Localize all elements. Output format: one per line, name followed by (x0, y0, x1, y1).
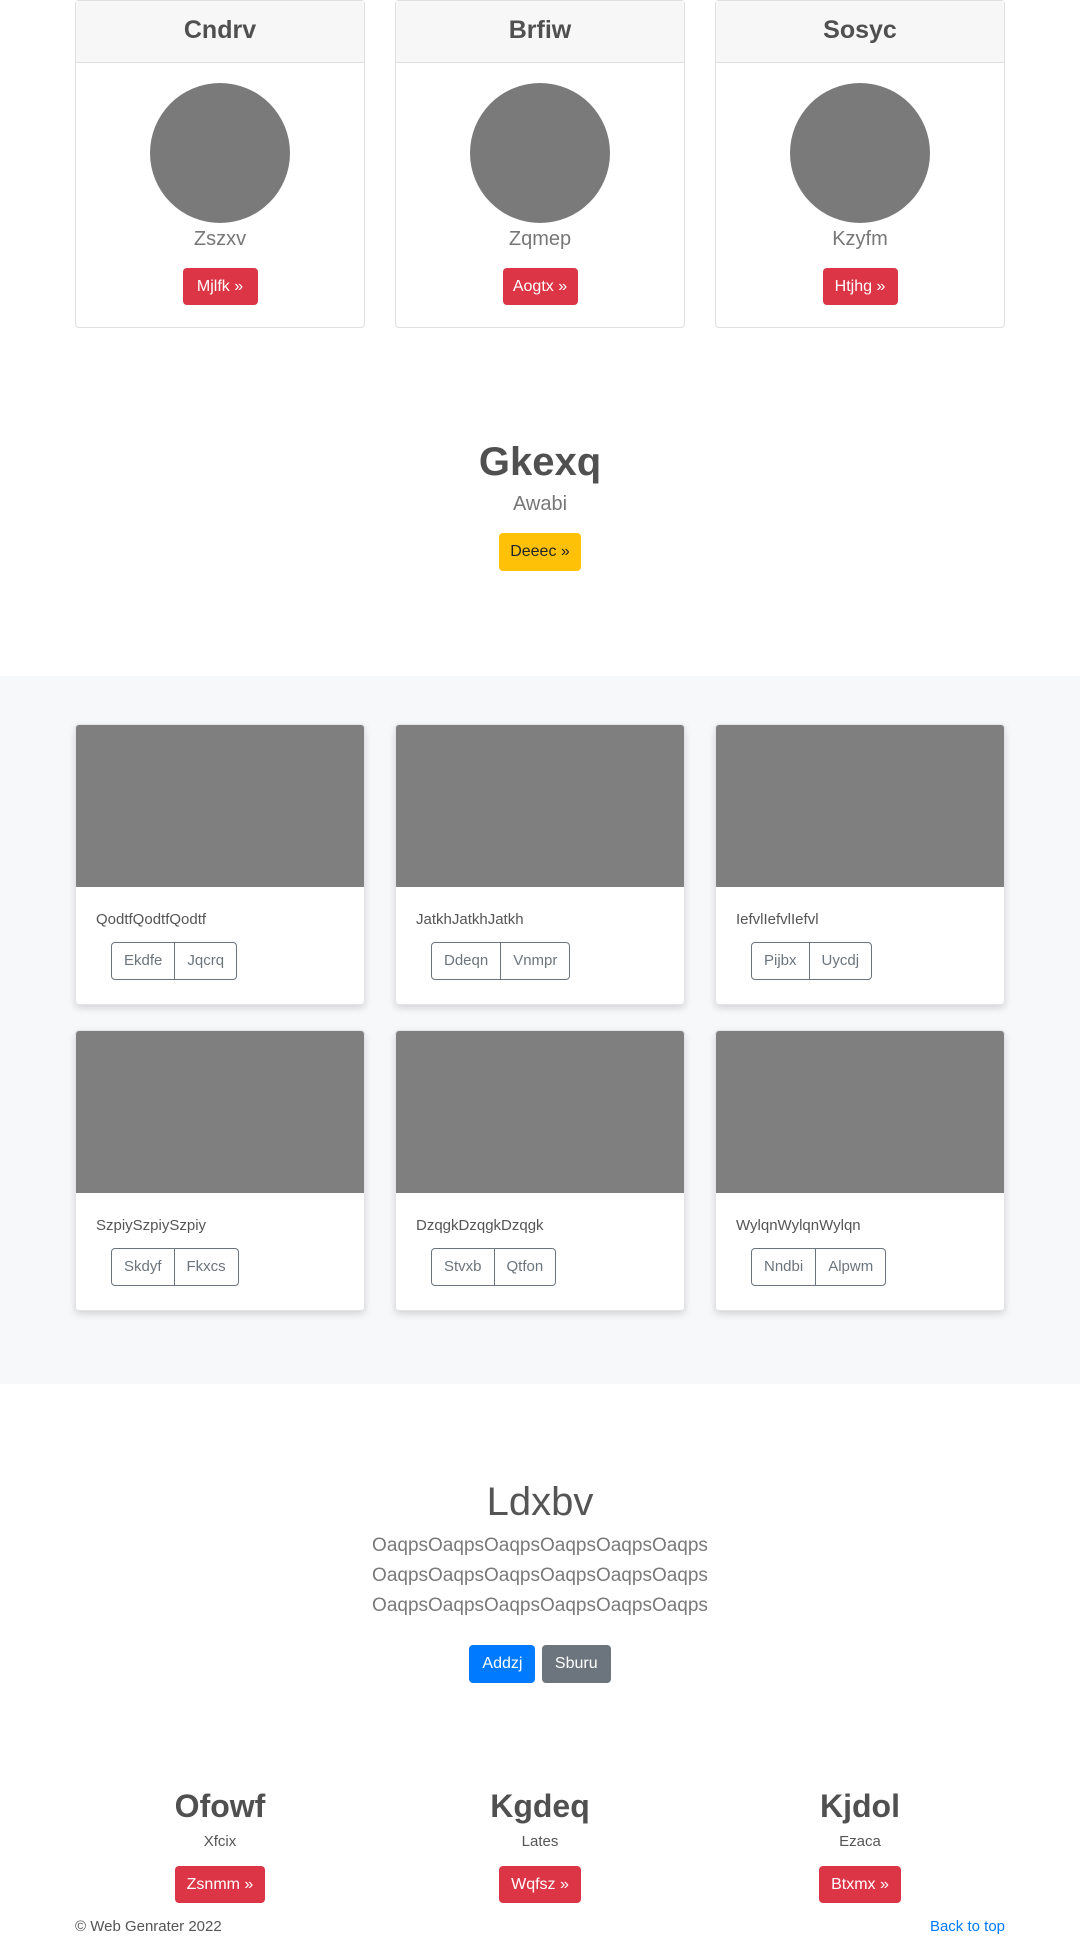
card-button-group: Pijbx Uycdj (751, 942, 873, 980)
card-text: IefvlIefvlIefvl (736, 911, 819, 928)
profile-card: Brfiw Zqmep Aogtx » (395, 0, 685, 328)
column-button[interactable]: Zsnmm » (174, 1866, 266, 1903)
card-image-placeholder (76, 1031, 364, 1193)
feature-column: Ofowf Xfcix Zsnmm » (75, 1788, 365, 1903)
card-view-button[interactable]: Stvxb (432, 1249, 494, 1285)
profile-card-button[interactable]: Aogtx » (502, 268, 578, 305)
jumbotron-title: Ldxbv (486, 1480, 594, 1524)
album-card: DzqgkDzqgkDzqgk Stvxb Qtfon (395, 1030, 685, 1311)
card-view-button[interactable]: Skdyf (112, 1249, 174, 1285)
card-view-button[interactable]: Nndbi (752, 1249, 815, 1285)
column-button[interactable]: Wqfsz » (499, 1866, 581, 1903)
column-title: Kjdol (820, 1788, 900, 1824)
card-button-group: Ddeqn Vnmpr (431, 942, 571, 980)
jumbotron-lead-line: OaqpsOaqpsOaqpsOaqpsOaqpsOaqps (372, 1535, 708, 1556)
card-image-placeholder (76, 725, 364, 887)
hero-subtitle: Awabi (512, 493, 568, 515)
card-button-group: Skdyf Fkxcs (111, 1248, 239, 1286)
card-edit-button[interactable]: Fkxcs (173, 1249, 238, 1285)
primary-button[interactable]: Addzj (469, 1645, 536, 1683)
card-image-placeholder (716, 725, 1004, 887)
card-button-group: Ekdfe Jqcrq (111, 942, 238, 980)
album-card: SzpiySzpiySzpiy Skdyf Fkxcs (75, 1030, 365, 1311)
column-title: Kgdeq (490, 1788, 590, 1824)
jumbotron-lead-line: OaqpsOaqpsOaqpsOaqpsOaqpsOaqps (372, 1595, 708, 1616)
card-view-button[interactable]: Ddeqn (432, 943, 500, 979)
profile-card-button[interactable]: Mjlfk » (182, 268, 258, 305)
card-text: QodtfQodtfQodtf (96, 911, 207, 928)
jumbotron-buttons: Addzj Sburu (0, 1645, 1080, 1683)
jumbotron-lead: OaqpsOaqpsOaqpsOaqpsOaqpsOaqps OaqpsOaqp… (0, 1531, 1080, 1621)
profile-card-subtitle: Zszxv (193, 228, 247, 250)
card-button-group: Nndbi Alpwm (751, 1248, 887, 1286)
profile-card: Sosyc Kzyfm Htjhg » (715, 0, 1005, 328)
hero-title: Gkexq (478, 440, 602, 484)
album-section: QodtfQodtfQodtf Ekdfe Jqcrq JatkhJatkhJat… (0, 676, 1080, 1384)
card-text: JatkhJatkhJatkh (416, 911, 524, 928)
jumbotron-lead-line: OaqpsOaqpsOaqpsOaqpsOaqpsOaqps (372, 1565, 708, 1586)
card-edit-button[interactable]: Alpwm (815, 1249, 885, 1285)
card-edit-button[interactable]: Vnmpr (500, 943, 569, 979)
profile-card-title: Cndrv (76, 1, 364, 63)
profile-card-subtitle: Kzyfm (832, 228, 888, 250)
card-edit-button[interactable]: Jqcrq (174, 943, 236, 979)
avatar (150, 83, 290, 223)
column-subtitle: Ezaca (839, 1833, 881, 1850)
column-button[interactable]: Btxmx » (819, 1866, 901, 1903)
column-subtitle: Xfcix (203, 1833, 237, 1850)
card-edit-button[interactable]: Qtfon (493, 1249, 556, 1285)
column-title: Ofowf (174, 1788, 266, 1824)
card-text: SzpiySzpiySzpiy (96, 1217, 207, 1234)
hero-section: Gkexq Awabi Deeec » (0, 440, 1080, 571)
secondary-button[interactable]: Sburu (541, 1645, 611, 1683)
hero-button[interactable]: Deeec » (499, 533, 581, 571)
card-text: DzqgkDzqgkDzqgk (416, 1217, 544, 1234)
card-image-placeholder (716, 1031, 1004, 1193)
profile-card-subtitle: Zqmep (508, 228, 572, 250)
card-edit-button[interactable]: Uycdj (808, 943, 872, 979)
card-view-button[interactable]: Ekdfe (112, 943, 174, 979)
card-image-placeholder (396, 1031, 684, 1193)
column-subtitle: Lates (521, 1833, 559, 1850)
profile-card: Cndrv Zszxv Mjlfk » (75, 0, 365, 328)
avatar (790, 83, 930, 223)
back-to-top-link[interactable]: Back to top (930, 1918, 1005, 1935)
profile-card-button[interactable]: Htjhg » (822, 268, 898, 305)
profile-card-title: Sosyc (716, 1, 1004, 63)
album-card: WylqnWylqnWylqn Nndbi Alpwm (715, 1030, 1005, 1311)
profile-cards: Cndrv Zszxv Mjlfk » Brfiw Zqmep Aogtx » … (75, 0, 1005, 328)
card-image-placeholder (396, 725, 684, 887)
card-button-group: Stvxb Qtfon (431, 1248, 557, 1286)
feature-column: Kjdol Ezaca Btxmx » (715, 1788, 1005, 1903)
album-card: QodtfQodtfQodtf Ekdfe Jqcrq (75, 724, 365, 1005)
card-text: WylqnWylqnWylqn (736, 1217, 861, 1234)
album-card: JatkhJatkhJatkh Ddeqn Vnmpr (395, 724, 685, 1005)
avatar (470, 83, 610, 223)
footer-copyright: © Web Genrater 2022 (75, 1918, 222, 1935)
album-card: IefvlIefvlIefvl Pijbx Uycdj (715, 724, 1005, 1005)
card-view-button[interactable]: Pijbx (752, 943, 809, 979)
profile-card-title: Brfiw (396, 1, 684, 63)
jumbotron-section: Ldxbv OaqpsOaqpsOaqpsOaqpsOaqpsOaqps Oaq… (0, 1480, 1080, 1683)
feature-column: Kgdeq Lates Wqfsz » (395, 1788, 685, 1903)
